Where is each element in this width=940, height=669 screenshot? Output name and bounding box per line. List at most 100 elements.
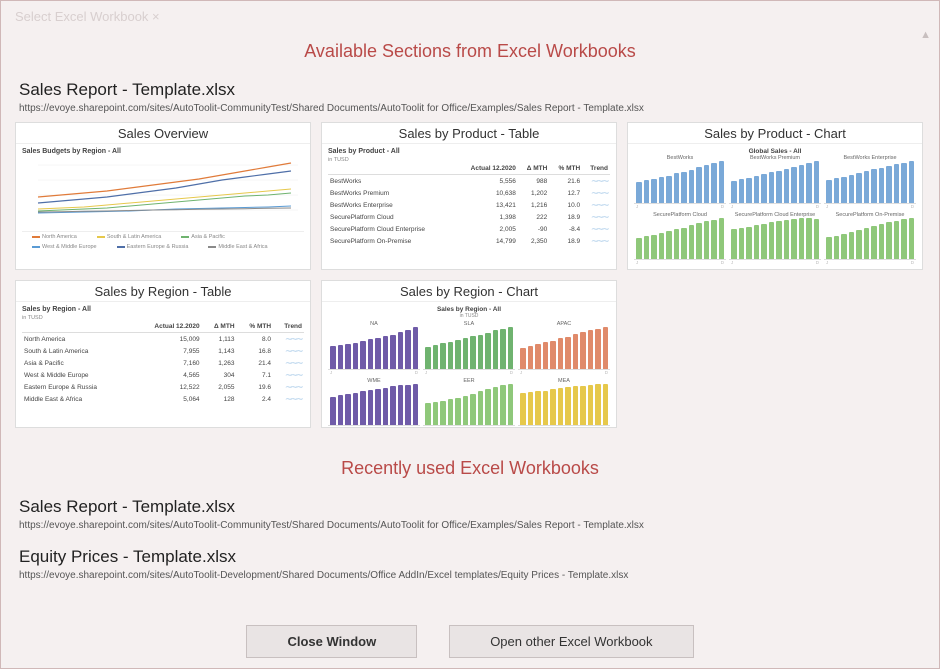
mini-chart: WMEJD [328,378,420,428]
recent-item[interactable]: Sales Report - Template.xlsxhttps://evoy… [1,497,939,531]
table-title: Sales by Region - All [22,306,304,313]
axis: JD [518,370,610,375]
bars [423,384,515,427]
scroll-up-icon[interactable]: ▲ [920,29,931,41]
col-header: Δ MTH [202,321,237,333]
sparkline-icon: ⁓⁓⁓ [273,357,304,369]
bars [729,218,821,261]
sparkline-icon: ⁓⁓⁓ [582,175,610,188]
axis: JD [423,370,515,375]
col-header: Trend [582,163,610,175]
mini-chart: BestWorksJD [634,155,726,209]
axis: JD [634,204,726,209]
col-header [328,163,455,175]
mini-chart-title: Sales Budgets by Region - All [22,148,304,155]
close-window-button[interactable]: Close Window [246,625,417,658]
card-region-chart-body: Sales by Region - All in TUSD NAJDSLAJDA… [322,302,616,427]
table-row: SecurePlatform Cloud1,39822218.9⁓⁓⁓ [328,211,610,223]
mini-chart: SecurePlatform CloudJD [634,212,726,266]
recent-item[interactable]: Equity Prices - Template.xlsx https://evo… [1,547,939,581]
bars [824,161,916,204]
card-label: Sales by Product - Table [322,123,616,144]
mini-chart: EERJD [423,378,515,428]
card-sales-overview[interactable]: Sales Overview Sales Budgets by Region -… [15,122,311,270]
card-region-table[interactable]: Sales by Region - Table Sales by Region … [15,280,311,428]
axis: JD [423,426,515,427]
section-cards: Sales Overview Sales Budgets by Region -… [1,122,939,428]
sparkline-icon: ⁓⁓⁓ [273,345,304,357]
mini-chart: MEAJD [518,378,610,428]
table-row: West & Middle Europe4,5653047.1⁓⁓⁓ [22,369,304,381]
sparkline-icon: ⁓⁓⁓ [273,381,304,393]
recent-item-path: https://evoye.sharepoint.com/sites/AutoT… [19,520,939,531]
legend-item: Asia & Pacific [171,234,225,240]
col-header: % MTH [237,321,274,333]
table-row: Asia & Pacific7,1601,26321.4⁓⁓⁓ [22,357,304,369]
axis: JD [824,204,916,209]
legend-item: South & Latin America [87,234,161,240]
table-title: Sales by Product - All [328,148,610,155]
bars [518,384,610,427]
sparkline-icon: ⁓⁓⁓ [273,369,304,381]
workbook-path: https://evoye.sharepoint.com/sites/AutoT… [19,103,939,114]
tab-label: Select Excel Workbook × [15,9,160,24]
table-row: North America15,0091,1138.0⁓⁓⁓ [22,333,304,346]
table-row: BestWorks Enterprise13,4211,21610.0⁓⁓⁓ [328,199,610,211]
col-header: % MTH [549,163,582,175]
mini-chart: APACJD [518,321,610,375]
axis: JD [518,426,610,427]
mini-chart: BestWorks PremiumJD [729,155,821,209]
recent-item-title: Equity Prices - Template.xlsx [19,547,939,567]
sparkline-icon: ⁓⁓⁓ [582,235,610,247]
axis: JD [328,370,420,375]
small-multiples: BestWorksJDBestWorks PremiumJDBestWorks … [634,155,916,265]
small-multiples: NAJDSLAJDAPACJD WMEJDEERJDMEAJD [328,321,610,427]
bars [328,384,420,427]
card-region-chart[interactable]: Sales by Region - Chart Sales by Region … [321,280,617,428]
chart-title: Global Sales - All [634,148,916,155]
mini-chart: NAJD [328,321,420,375]
legend-item: Eastern Europe & Russia [107,244,189,250]
bars [634,218,726,261]
bars [423,327,515,370]
recent-item-path: https://evoye.sharepoint.com/sites/AutoT… [19,570,939,581]
card-label: Sales Overview [16,123,310,144]
table-row: SecurePlatform Cloud Enterprise2,005-90-… [328,223,610,235]
col-header [22,321,132,333]
col-header: Trend [273,321,304,333]
table-row: SecurePlatform On-Premise14,7992,35018.9… [328,235,610,247]
table-row: BestWorks5,55698821.6⁓⁓⁓ [328,175,610,188]
bars [729,161,821,204]
bars [634,161,726,204]
sparkline-icon: ⁓⁓⁓ [582,187,610,199]
legend: North America South & Latin America Asia &… [22,231,304,250]
legend-item: Middle East & Africa [198,244,267,250]
open-other-workbook-button[interactable]: Open other Excel Workbook [449,625,693,658]
bars [824,218,916,261]
card-overview-body: Sales Budgets by Region - All North Amer… [16,144,310,269]
available-sections-heading: Available Sections from Excel Workbooks [1,41,939,62]
card-product-table-body: Sales by Product - All in TUSD Actual 12… [322,144,616,269]
sparkline-icon: ⁓⁓⁓ [582,211,610,223]
card-product-chart-body: Global Sales - All BestWorksJDBestWorks … [628,144,922,269]
sparkline-icon: ⁓⁓⁓ [582,223,610,235]
card-label: Sales by Product - Chart [628,123,922,144]
sparkline-icon: ⁓⁓⁓ [582,199,610,211]
legend-item: West & Middle Europe [22,244,97,250]
legend-item: North America [22,234,77,240]
card-product-chart[interactable]: Sales by Product - Chart Global Sales - … [627,122,923,270]
bars [518,327,610,370]
button-bar: Close Window Open other Excel Workbook [1,625,939,658]
col-header: Δ MTH [518,163,549,175]
workbook-title: Sales Report - Template.xlsx [19,80,939,100]
chart-title: Sales by Region - All [328,306,610,313]
card-label: Sales by Region - Chart [322,281,616,302]
table-row: Middle East & Africa5,0641282.4⁓⁓⁓ [22,393,304,405]
table-row: South & Latin America7,9551,14316.8⁓⁓⁓ [22,345,304,357]
axis: JD [634,260,726,265]
col-header: Actual 12.2020 [455,163,518,175]
sparkline-icon: ⁓⁓⁓ [273,333,304,346]
bars [328,327,420,370]
card-product-table[interactable]: Sales by Product - Table Sales by Produc… [321,122,617,270]
mini-chart: SLAJD [423,321,515,375]
